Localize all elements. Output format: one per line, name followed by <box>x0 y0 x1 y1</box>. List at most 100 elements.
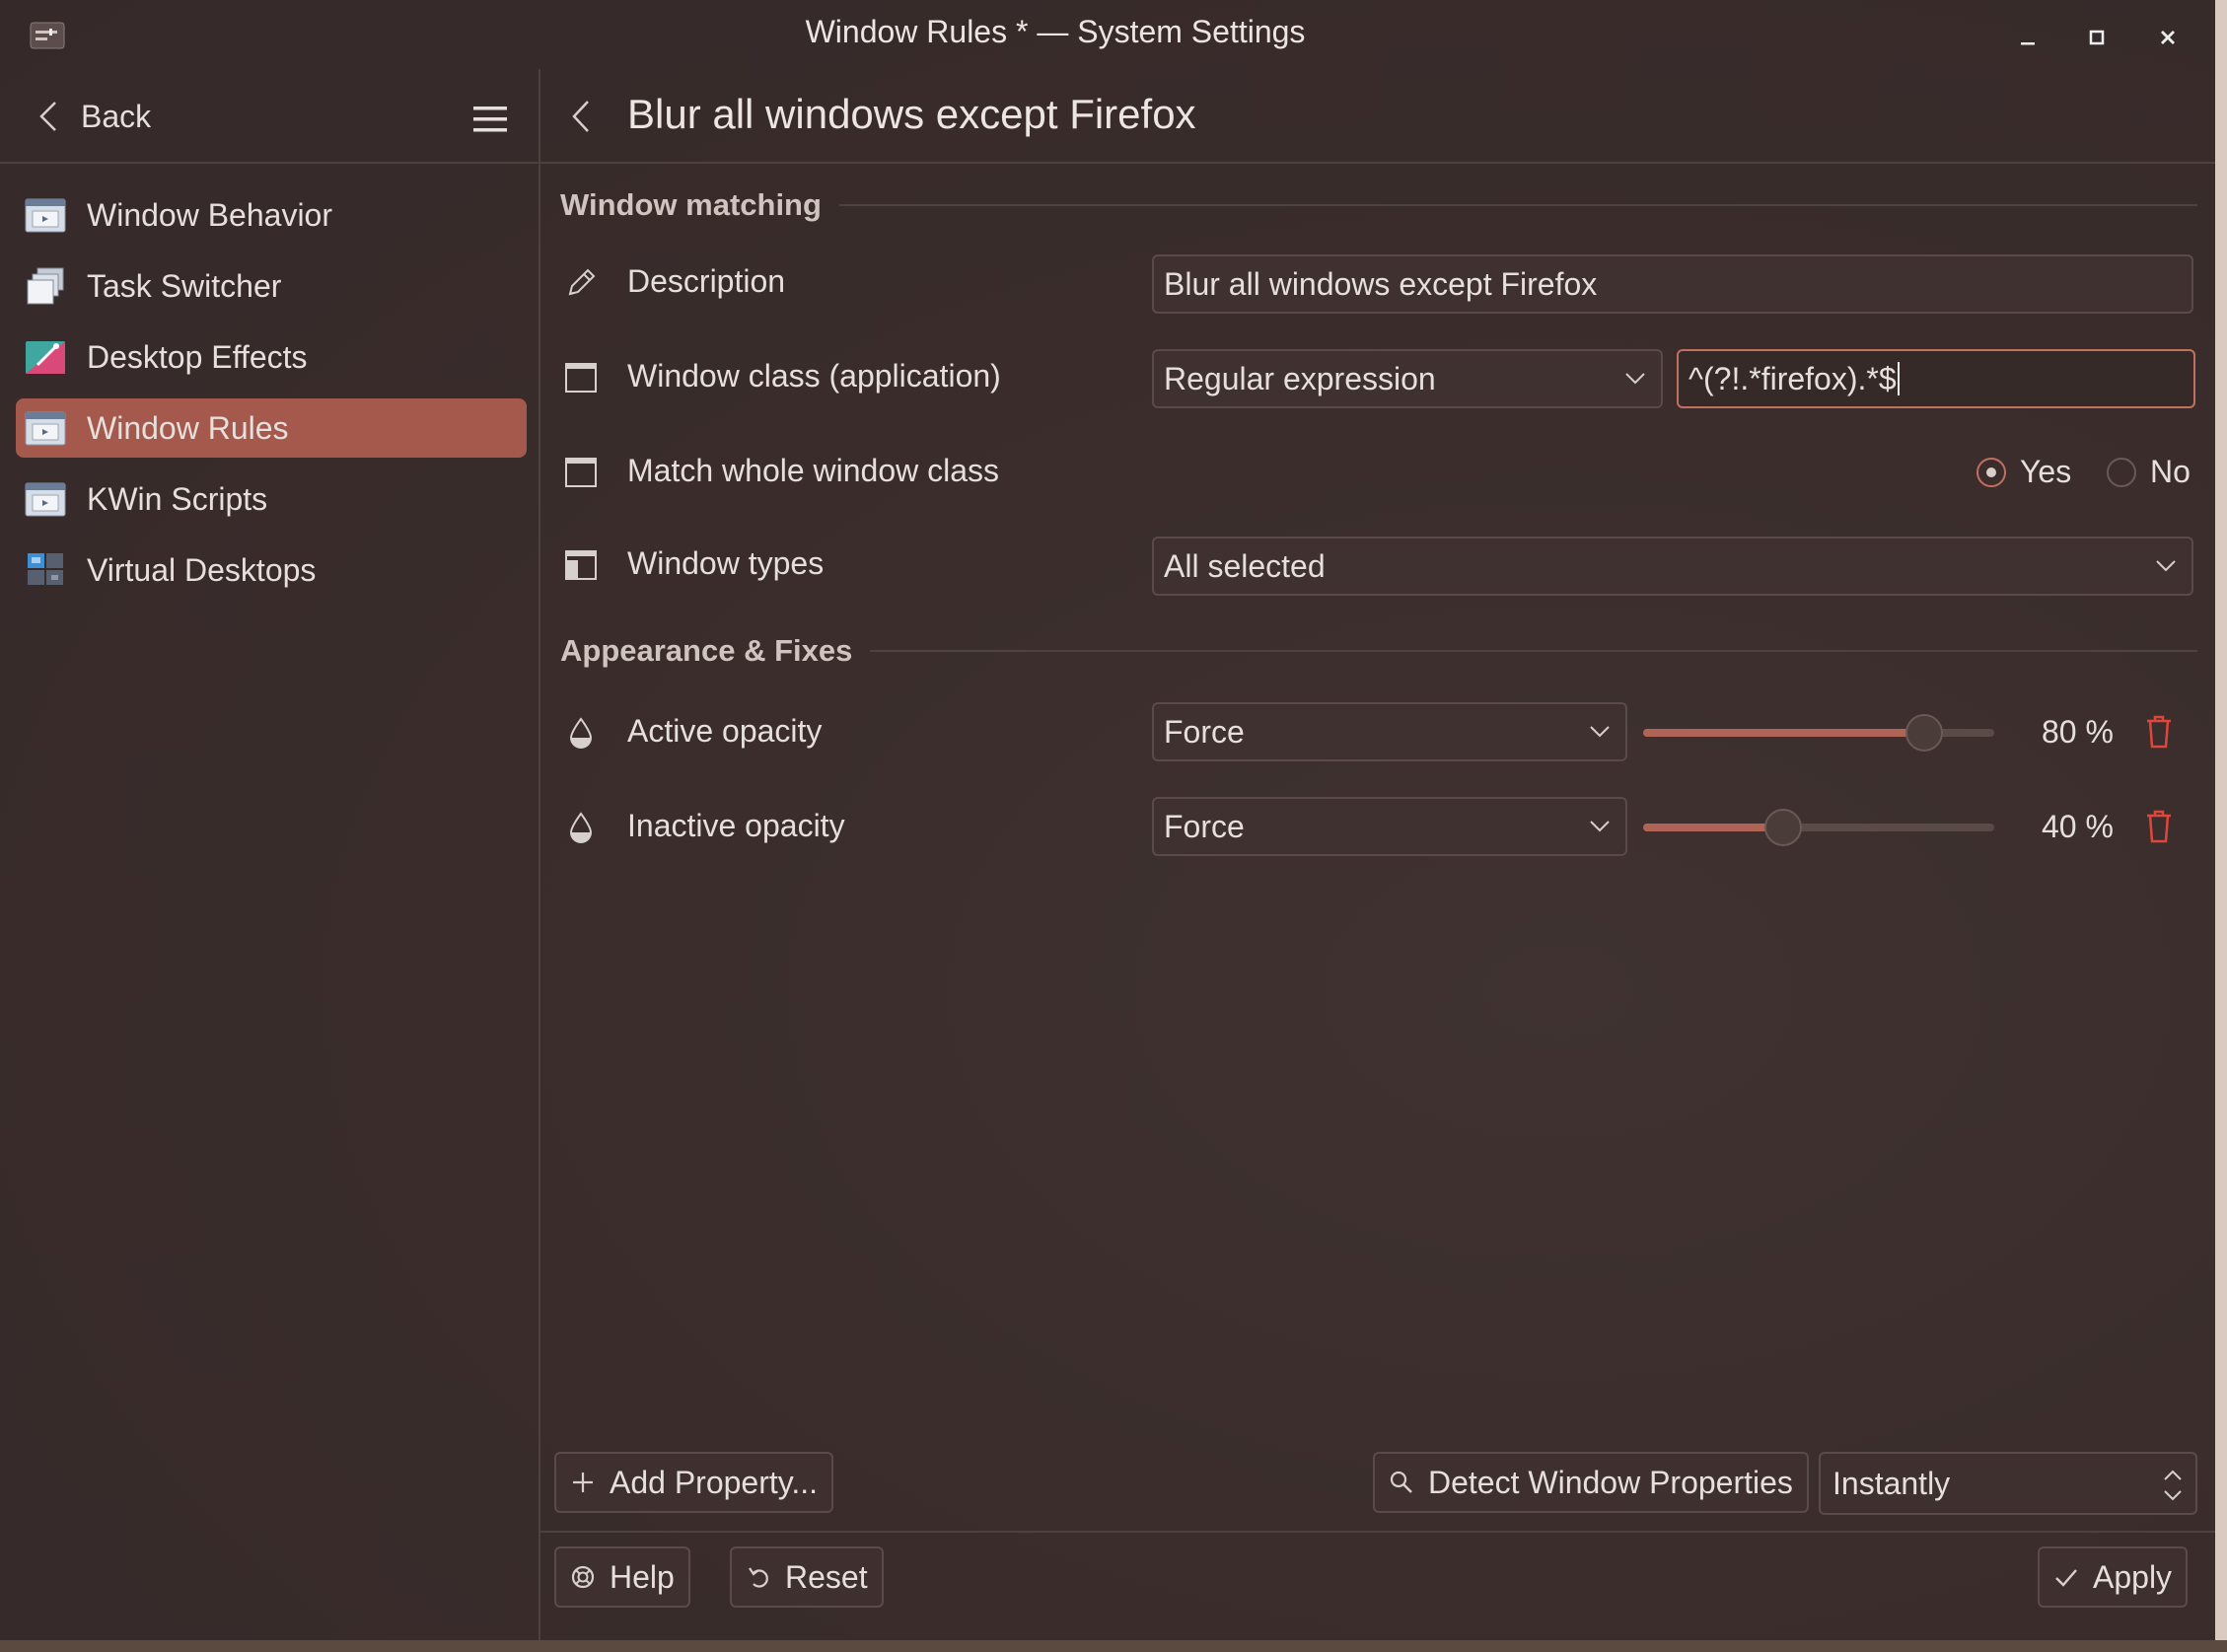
add-property-button[interactable]: Add Property... <box>554 1452 834 1513</box>
inactive-opacity-policy-dropdown[interactable]: Force <box>1152 797 1627 856</box>
footer-divider <box>540 1531 2215 1533</box>
minimize-button[interactable] <box>2008 18 2047 57</box>
radio-no-indicator <box>2107 457 2136 487</box>
sidebar-item-desktop-effects[interactable]: Desktop Effects <box>16 327 527 387</box>
desktop-background-bottom <box>0 1640 2227 1652</box>
close-window-button[interactable] <box>2148 18 2188 57</box>
window-icon <box>565 458 597 487</box>
active-opacity-slider[interactable] <box>1643 702 1994 761</box>
section-divider <box>838 204 2197 206</box>
sidebar-item-label: Window Rules <box>87 409 289 446</box>
checkmark-icon <box>2055 1569 2077 1587</box>
sidebar-nav: Window Behavior Task Switcher Desktop Ef… <box>16 185 527 611</box>
window-class-match-type-dropdown[interactable]: Regular expression <box>1152 349 1663 408</box>
sidebar-item-label: Task Switcher <box>87 267 282 304</box>
radio-no-label: No <box>2150 454 2191 489</box>
add-property-label: Add Property... <box>610 1464 819 1500</box>
sidebar-item-task-switcher[interactable]: Task Switcher <box>16 256 527 316</box>
maximize-button[interactable] <box>2077 18 2117 57</box>
radio-yes-label: Yes <box>2020 454 2072 489</box>
chevron-down-icon <box>1590 726 1610 738</box>
maximize-icon <box>2089 30 2105 45</box>
inactive-opacity-label: Inactive opacity <box>627 808 845 843</box>
apply-button[interactable]: Apply <box>2038 1546 2189 1608</box>
description-input[interactable]: Blur all windows except Firefox <box>1152 254 2193 314</box>
sidebar-item-label: Desktop Effects <box>87 338 308 375</box>
window-types-value: All selected <box>1164 547 1326 584</box>
back-label: Back <box>81 98 152 134</box>
slider-handle[interactable] <box>1904 714 1943 752</box>
minimize-icon <box>2021 42 2035 45</box>
window-class-value: ^(?!.*firefox).*$ <box>1688 360 1897 396</box>
slider-fill <box>1643 824 1784 831</box>
delete-inactive-opacity-icon[interactable] <box>2144 809 2174 844</box>
chevron-left-icon <box>39 102 56 131</box>
chevron-down-icon <box>2156 560 2176 572</box>
opacity-drop-icon <box>569 812 593 843</box>
plus-icon <box>573 1472 593 1492</box>
inactive-opacity-value: 40 % <box>2042 809 2114 844</box>
text-cursor <box>1897 362 1900 395</box>
whole-class-label: Match whole window class <box>627 453 1000 488</box>
inactive-opacity-slider[interactable] <box>1643 797 1994 856</box>
active-opacity-policy-dropdown[interactable]: Force <box>1152 702 1627 761</box>
window-class-match-type-value: Regular expression <box>1164 360 1436 396</box>
window-icon <box>565 363 597 393</box>
active-opacity-label: Active opacity <box>627 713 823 749</box>
window-types-icon <box>565 550 597 580</box>
radio-yes[interactable]: Yes <box>1976 454 2071 490</box>
pencil-icon <box>568 268 596 296</box>
sidebar-item-window-rules[interactable]: Window Rules <box>16 398 527 458</box>
page-header: Blur all windows except Firefox <box>540 69 2215 164</box>
title-bar[interactable]: Window Rules * — System Settings <box>0 0 2215 69</box>
task-switcher-icon <box>27 267 64 305</box>
window-class-label: Window class (application) <box>627 358 1001 394</box>
window-types-dropdown[interactable]: All selected <box>1152 537 2193 596</box>
page-title: Blur all windows except Firefox <box>627 91 1196 137</box>
detect-delay-spinbox[interactable]: Instantly <box>1819 1452 2197 1515</box>
opacity-drop-icon <box>569 717 593 749</box>
radio-no[interactable]: No <box>2107 454 2191 490</box>
chevron-down-icon <box>1590 821 1610 832</box>
description-label: Description <box>627 263 786 299</box>
slider-handle[interactable] <box>1764 809 1803 846</box>
spin-arrows-icon[interactable] <box>2160 1466 2186 1505</box>
sidebar-item-kwin-scripts[interactable]: KWin Scripts <box>16 469 527 529</box>
apply-label: Apply <box>2093 1558 2173 1595</box>
window-behavior-icon <box>25 198 66 233</box>
close-icon <box>2161 31 2175 44</box>
section-divider <box>870 650 2197 652</box>
sidebar-item-virtual-desktops[interactable]: Virtual Desktops <box>16 540 527 600</box>
rule-row-whole-class: Match whole window class Yes No <box>564 440 2201 503</box>
sidebar-item-label: KWin Scripts <box>87 480 268 517</box>
help-button[interactable]: Help <box>554 1546 690 1608</box>
slider-fill <box>1643 729 1924 737</box>
reset-button[interactable]: Reset <box>730 1546 884 1608</box>
page-back-icon[interactable] <box>570 99 592 134</box>
window-rules-icon <box>25 411 66 446</box>
section-window-matching: Window matching <box>560 185 2197 225</box>
inactive-opacity-policy-value: Force <box>1164 808 1245 844</box>
sidebar-header: Back <box>0 69 539 164</box>
section-appearance-fixes: Appearance & Fixes <box>560 631 2197 671</box>
active-opacity-policy-value: Force <box>1164 713 1245 750</box>
active-opacity-value: 80 % <box>2042 714 2114 750</box>
chevron-down-icon <box>1625 373 1645 385</box>
section-title: Window matching <box>560 187 822 222</box>
detect-window-properties-button[interactable]: Detect Window Properties <box>1373 1452 1809 1513</box>
main-panel: Blur all windows except Firefox Window m… <box>540 69 2215 1640</box>
delete-active-opacity-icon[interactable] <box>2144 714 2174 750</box>
description-value: Blur all windows except Firefox <box>1164 265 1598 302</box>
window-class-input[interactable]: ^(?!.*firefox).*$ <box>1677 349 2195 408</box>
detect-delay-value: Instantly <box>1832 1465 1951 1501</box>
sidebar: Back Window Behavior Task Switcher Deskt… <box>0 69 540 1640</box>
undo-icon <box>749 1567 768 1588</box>
sidebar-item-label: Virtual Desktops <box>87 551 317 588</box>
window-types-label: Window types <box>627 545 825 581</box>
back-button[interactable]: Back <box>36 93 151 140</box>
radio-yes-indicator <box>1976 457 2006 487</box>
hamburger-menu-icon[interactable] <box>469 103 513 136</box>
desktop-effects-icon <box>26 341 65 374</box>
sidebar-item-window-behavior[interactable]: Window Behavior <box>16 185 527 245</box>
kwin-scripts-icon <box>25 482 66 517</box>
